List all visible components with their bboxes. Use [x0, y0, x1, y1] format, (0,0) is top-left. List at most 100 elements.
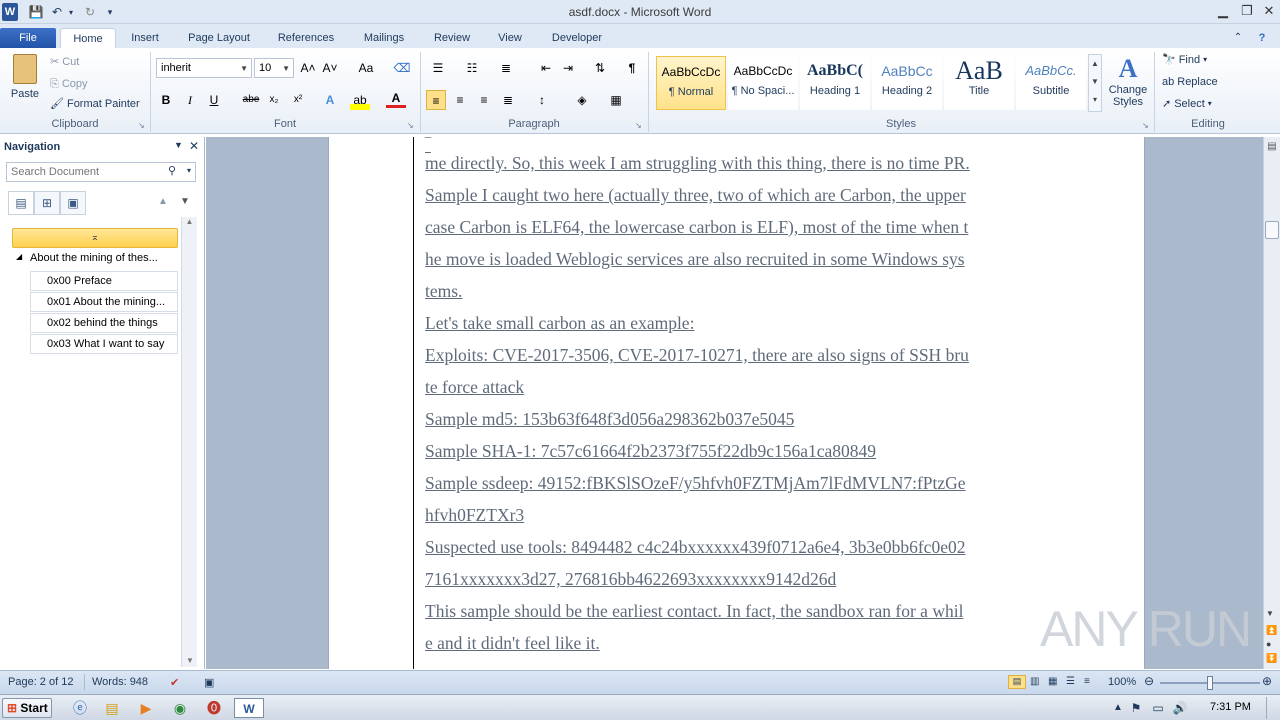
format-painter-button[interactable]: 🖌 Format Painter [50, 94, 140, 114]
replace-button[interactable]: ab Replace [1162, 72, 1218, 92]
media-player-icon[interactable]: ▶ [134, 698, 158, 718]
nav-heading-item[interactable]: 0x01 About the mining... [30, 292, 178, 312]
flag-icon[interactable]: ⚑ [1124, 698, 1148, 718]
collapse-triangle-icon[interactable]: ◢ [16, 252, 22, 261]
font-size-combo[interactable]: 10 ▼ [254, 58, 294, 78]
select-button[interactable]: ➚ Select ▾ [1162, 94, 1212, 114]
nav-top-heading[interactable]: ⌅ [12, 228, 178, 248]
explorer-icon[interactable]: ▤ [100, 698, 124, 718]
bullets-icon[interactable]: ☰ [428, 58, 448, 78]
subscript-button[interactable]: x₂ [264, 90, 284, 110]
clear-formatting-icon[interactable]: ⌫ [392, 58, 412, 78]
cut-button[interactable]: ✂ Cut [50, 52, 79, 72]
tab-review[interactable]: Review [426, 28, 478, 48]
outline-icon[interactable]: ☰ [1066, 676, 1075, 687]
clipboard-launcher-icon[interactable]: ↘ [138, 121, 145, 130]
previous-heading-icon[interactable]: ▲ [158, 196, 168, 207]
page-count[interactable]: Page: 2 of 12 [8, 676, 73, 688]
nav-scrollbar[interactable]: ▲ ▼ [181, 217, 197, 667]
scroll-thumb[interactable] [1265, 221, 1279, 239]
superscript-button[interactable]: x² [288, 90, 308, 110]
styles-launcher-icon[interactable]: ↘ [1142, 121, 1149, 130]
tab-view[interactable]: View [490, 28, 530, 48]
increase-indent-icon[interactable]: ⇥ [558, 58, 578, 78]
proofing-icon[interactable]: ✔ [170, 676, 179, 689]
zoom-in-icon[interactable]: ⊕ [1262, 674, 1272, 688]
grow-font-button[interactable]: A˄ [298, 58, 318, 78]
macro-record-icon[interactable]: ▣ [204, 676, 214, 689]
change-case-button[interactable]: Aa [352, 58, 380, 78]
style-normal[interactable]: AaBbCcDc ¶ Normal [656, 56, 726, 110]
style-heading-2[interactable]: AaBbCc Heading 2 [872, 56, 942, 110]
document-page[interactable]: ‾ me directly. So, this week I am strugg… [328, 137, 1145, 669]
underline-button[interactable]: U [204, 90, 224, 110]
browse-object-icon[interactable]: ● [1266, 639, 1271, 649]
network-icon[interactable]: ▭ [1146, 698, 1170, 718]
nav-heading-item[interactable]: 0x02 behind the things [30, 313, 178, 333]
paste-button[interactable]: Paste [8, 52, 42, 112]
ruler-toggle-icon[interactable]: ▤ [1265, 141, 1279, 155]
scroll-down-icon[interactable]: ▼ [1266, 609, 1274, 618]
styles-scroll[interactable]: ▲ ▼ ▾ [1088, 54, 1102, 112]
align-left-icon[interactable]: ≡ [426, 90, 446, 110]
borders-icon[interactable]: ▦ [606, 90, 626, 110]
tab-home[interactable]: Home [60, 28, 116, 48]
style-heading-1[interactable]: AaBbC( Heading 1 [800, 56, 870, 110]
clock[interactable]: 7:31 PM [1210, 701, 1251, 713]
tab-references[interactable]: References [270, 28, 342, 48]
start-button[interactable]: ⊞ Start [2, 698, 52, 718]
web-layout-icon[interactable]: ▦ [1048, 676, 1057, 687]
nav-heading-root[interactable]: ◢ About the mining of thes... [12, 249, 178, 269]
tab-mailings[interactable]: Mailings [354, 28, 414, 48]
text-effects-icon[interactable]: A [320, 90, 340, 110]
bold-button[interactable]: B [156, 90, 176, 110]
minimize-ribbon-icon[interactable]: ⌃ [1230, 28, 1246, 48]
restore-icon[interactable]: ❐ [1236, 2, 1258, 20]
style-title[interactable]: AaB Title [944, 56, 1014, 110]
align-right-icon[interactable]: ≡ [474, 90, 494, 110]
chevron-down-icon[interactable]: ▾ [187, 166, 191, 175]
strikethrough-button[interactable]: abe [238, 90, 264, 110]
next-heading-icon[interactable]: ▼ [180, 196, 190, 207]
volume-icon[interactable]: 🔊 [1168, 698, 1192, 718]
scroll-up-icon[interactable]: ▲ [182, 217, 197, 226]
next-page-icon[interactable]: ⏬ [1266, 653, 1277, 664]
font-launcher-icon[interactable]: ↘ [407, 121, 414, 130]
search-icon[interactable]: ⚲ [168, 164, 176, 177]
paragraph-launcher-icon[interactable]: ↘ [635, 121, 642, 130]
word-count[interactable]: Words: 948 [92, 676, 148, 688]
nav-heading-item[interactable]: 0x00 Preface [30, 271, 178, 291]
word-taskbar-icon[interactable]: W [234, 698, 264, 718]
close-icon[interactable]: ✕ [1258, 2, 1280, 20]
scroll-down-icon[interactable]: ▼ [182, 656, 198, 665]
show-desktop-button[interactable] [1266, 697, 1278, 719]
tab-pages[interactable]: ⊞ [34, 191, 60, 215]
style-subtitle[interactable]: AaBbCc. Subtitle [1016, 56, 1086, 110]
tab-headings[interactable]: ▤ [8, 191, 34, 215]
previous-page-icon[interactable]: ⏫ [1266, 625, 1277, 636]
zoom-out-icon[interactable]: ⊖ [1144, 674, 1154, 688]
minimize-icon[interactable]: ▁ [1212, 2, 1234, 20]
draft-icon[interactable]: ≡ [1084, 676, 1090, 687]
tab-results[interactable]: ▣ [60, 191, 86, 215]
font-name-combo[interactable]: inherit ▼ [156, 58, 252, 78]
tab-file[interactable]: File [0, 28, 56, 48]
numbering-icon[interactable]: ☷ [462, 58, 482, 78]
pane-options-icon[interactable]: ▼ [174, 140, 183, 150]
tab-developer[interactable]: Developer [544, 28, 610, 48]
zoom-slider[interactable] [1160, 676, 1260, 690]
zoom-level[interactable]: 100% [1108, 676, 1136, 688]
shrink-font-button[interactable]: A˅ [320, 58, 340, 78]
decrease-indent-icon[interactable]: ⇤ [536, 58, 556, 78]
highlight-icon[interactable]: ab [350, 90, 370, 110]
tab-page-layout[interactable]: Page Layout [180, 28, 258, 48]
multilevel-list-icon[interactable]: ≣ [496, 58, 516, 78]
justify-icon[interactable]: ≣ [498, 90, 518, 110]
chrome-icon[interactable]: ◉ [168, 698, 192, 718]
full-screen-reading-icon[interactable]: ▥ [1030, 676, 1039, 687]
nav-heading-item[interactable]: 0x03 What I want to say [30, 334, 178, 354]
opera-icon[interactable]: ⓿ [202, 698, 226, 718]
show-marks-icon[interactable]: ¶ [622, 58, 642, 78]
italic-button[interactable]: I [180, 90, 200, 110]
copy-button[interactable]: ⎘ Copy [50, 74, 88, 94]
